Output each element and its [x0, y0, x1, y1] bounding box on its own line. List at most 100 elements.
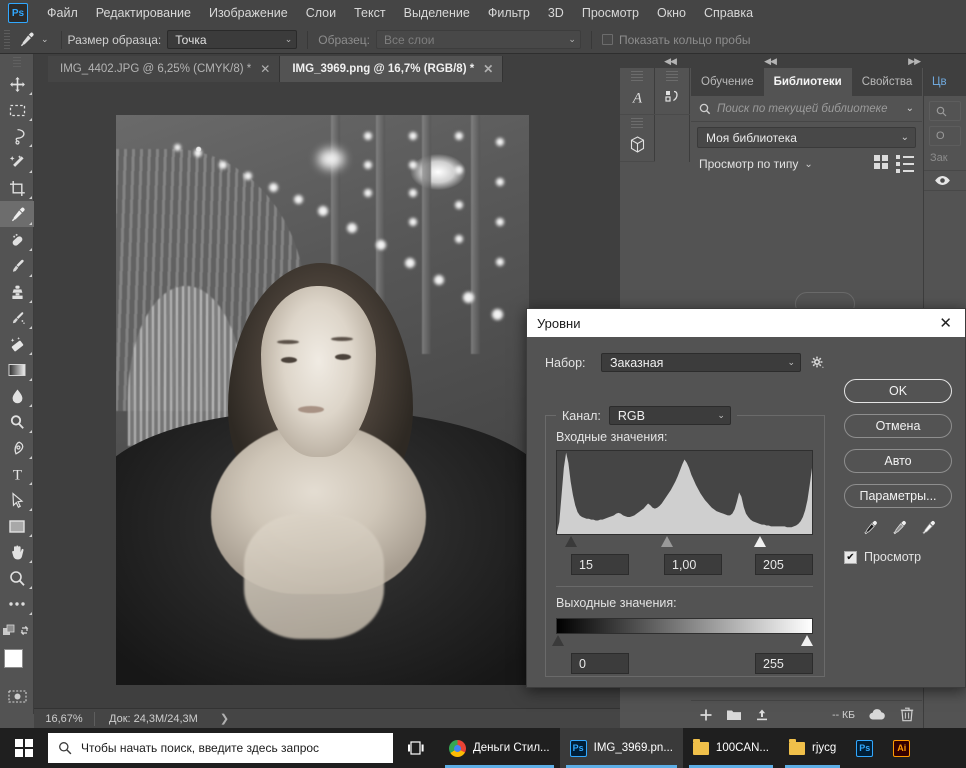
- options-button[interactable]: Параметры...: [844, 484, 952, 508]
- taskbar-app-folder-100can[interactable]: 100CAN...: [683, 728, 779, 768]
- lasso-tool[interactable]: [0, 123, 34, 149]
- quick-mask-and-swap-row[interactable]: [0, 617, 34, 643]
- start-button[interactable]: [0, 728, 48, 768]
- taskbar-app-illustrator[interactable]: Ai: [883, 728, 920, 768]
- menu-filter[interactable]: Фильтр: [479, 2, 539, 24]
- crop-tool[interactable]: [0, 175, 34, 201]
- cancel-button[interactable]: Отмена: [844, 414, 952, 438]
- taskbar-app-folder-rjycg[interactable]: rjycg: [779, 728, 846, 768]
- menu-file[interactable]: Файл: [38, 2, 87, 24]
- gear-icon[interactable]: [811, 356, 824, 369]
- document-image[interactable]: [116, 115, 529, 685]
- menu-3d[interactable]: 3D: [539, 2, 573, 24]
- menu-help[interactable]: Справка: [695, 2, 762, 24]
- channel-select[interactable]: RGB ⌄: [608, 406, 731, 425]
- gradient-tool[interactable]: [0, 357, 34, 383]
- new-library-folder-icon[interactable]: [726, 708, 742, 721]
- output-black-slider[interactable]: [552, 635, 564, 646]
- input-gamma-slider[interactable]: [661, 536, 673, 547]
- output-white-field[interactable]: 255: [755, 653, 813, 674]
- output-white-slider[interactable]: [801, 635, 813, 646]
- library-search-row[interactable]: Поиск по текущей библиотеке ⌄: [691, 96, 922, 122]
- input-white-field[interactable]: 205: [755, 554, 813, 575]
- set-black-point-icon[interactable]: [860, 519, 879, 538]
- 3d-panel-icon[interactable]: [620, 128, 655, 162]
- paragraph-panel-icon[interactable]: [655, 81, 690, 115]
- menu-image[interactable]: Изображение: [200, 2, 297, 24]
- clone-stamp-tool[interactable]: [0, 279, 34, 305]
- zoom-level[interactable]: 16,67%: [34, 713, 94, 725]
- rail-grip-3[interactable]: [666, 71, 678, 81]
- menu-view[interactable]: Просмотр: [573, 2, 648, 24]
- sample-select[interactable]: Все слои ⌄: [375, 30, 581, 49]
- menu-edit[interactable]: Редактирование: [87, 2, 200, 24]
- toolbar-grip[interactable]: [12, 57, 21, 69]
- output-black-field[interactable]: 0: [571, 653, 629, 674]
- dialog-title-bar[interactable]: Уровни ✕: [527, 309, 965, 337]
- delete-icon[interactable]: [900, 707, 914, 722]
- options-bar-grip[interactable]: [4, 29, 10, 50]
- taskbar-search-input[interactable]: Чтобы начать поиск, введите здесь запрос: [48, 733, 393, 763]
- taskbar-app-chrome[interactable]: Деньги Стил...: [439, 728, 560, 768]
- upload-icon[interactable]: [755, 708, 769, 722]
- chevron-down-icon-3[interactable]: ⌄: [804, 159, 812, 170]
- dodge-tool[interactable]: [0, 409, 34, 435]
- rail-grip[interactable]: [631, 71, 643, 81]
- pen-tool[interactable]: [0, 435, 34, 461]
- color-search-partial[interactable]: [929, 101, 961, 121]
- view-by-type-label[interactable]: Просмотр по типу: [699, 157, 798, 171]
- library-select[interactable]: Моя библиотека ⌄: [697, 127, 916, 148]
- output-gradient-ramp[interactable]: [556, 618, 813, 634]
- move-tool[interactable]: [0, 71, 34, 97]
- blur-tool[interactable]: [0, 383, 34, 409]
- brush-tool[interactable]: [0, 253, 34, 279]
- tab-properties[interactable]: Свойства: [852, 68, 923, 96]
- foreground-color-swatch[interactable]: [4, 649, 23, 668]
- input-white-slider[interactable]: [754, 536, 766, 547]
- task-view-icon[interactable]: [393, 728, 439, 768]
- rectangular-marquee-tool[interactable]: [0, 97, 34, 123]
- tab-libraries[interactable]: Библиотеки: [763, 68, 852, 96]
- document-tab-img4402[interactable]: IMG_4402.JPG @ 6,25% (CMYK/8) * ✕: [48, 56, 281, 82]
- color-swatches[interactable]: [0, 647, 34, 681]
- eraser-tool[interactable]: [0, 331, 34, 357]
- character-panel-icon[interactable]: A: [620, 81, 655, 115]
- magic-wand-tool[interactable]: [0, 149, 34, 175]
- rectangle-shape-tool[interactable]: [0, 513, 34, 539]
- rail-grip-2[interactable]: [631, 118, 643, 128]
- cloud-sync-icon[interactable]: [868, 708, 887, 721]
- grid-view-icon[interactable]: [874, 155, 888, 173]
- sample-size-select[interactable]: Точка ⌄: [167, 30, 298, 49]
- show-sampling-ring-checkbox[interactable]: [601, 34, 613, 45]
- visibility-eye-icon[interactable]: [924, 170, 966, 191]
- zoom-tool[interactable]: [0, 565, 34, 591]
- history-brush-tool[interactable]: [0, 305, 34, 331]
- collapse-panels-icon-1[interactable]: ◀◀: [620, 54, 720, 68]
- taskbar-app-photoshop[interactable]: Ps: [846, 728, 883, 768]
- path-selection-tool[interactable]: [0, 487, 34, 513]
- auto-button[interactable]: Авто: [844, 449, 952, 473]
- histogram[interactable]: [556, 450, 813, 535]
- close-icon[interactable]: ✕: [260, 62, 270, 76]
- eyedropper-tool[interactable]: [0, 201, 34, 227]
- color-option-partial[interactable]: О: [929, 126, 961, 146]
- input-black-field[interactable]: 15: [571, 554, 629, 575]
- taskbar-app-photoshop-doc[interactable]: Ps IMG_3969.pn...: [559, 728, 683, 768]
- chevron-down-icon[interactable]: ⌄: [906, 103, 914, 114]
- preview-row[interactable]: ✔ Просмотр: [844, 550, 952, 564]
- close-icon[interactable]: ✕: [483, 62, 493, 76]
- close-icon[interactable]: ✕: [936, 314, 955, 333]
- status-expand-icon[interactable]: ❯: [212, 712, 237, 725]
- tab-color-partial[interactable]: Цв: [924, 68, 966, 96]
- menu-window[interactable]: Окно: [648, 2, 695, 24]
- quick-mask-mode-button[interactable]: [0, 683, 34, 709]
- ok-button[interactable]: OK: [844, 379, 952, 403]
- add-element-icon[interactable]: [699, 708, 713, 722]
- set-gray-point-icon[interactable]: [889, 519, 908, 538]
- type-tool[interactable]: T: [0, 461, 34, 487]
- list-view-icon[interactable]: [896, 155, 914, 173]
- set-white-point-icon[interactable]: [918, 519, 937, 538]
- expand-panels-icon[interactable]: ▶▶: [820, 54, 966, 68]
- edit-toolbar-button[interactable]: [0, 591, 34, 617]
- hand-tool[interactable]: [0, 539, 34, 565]
